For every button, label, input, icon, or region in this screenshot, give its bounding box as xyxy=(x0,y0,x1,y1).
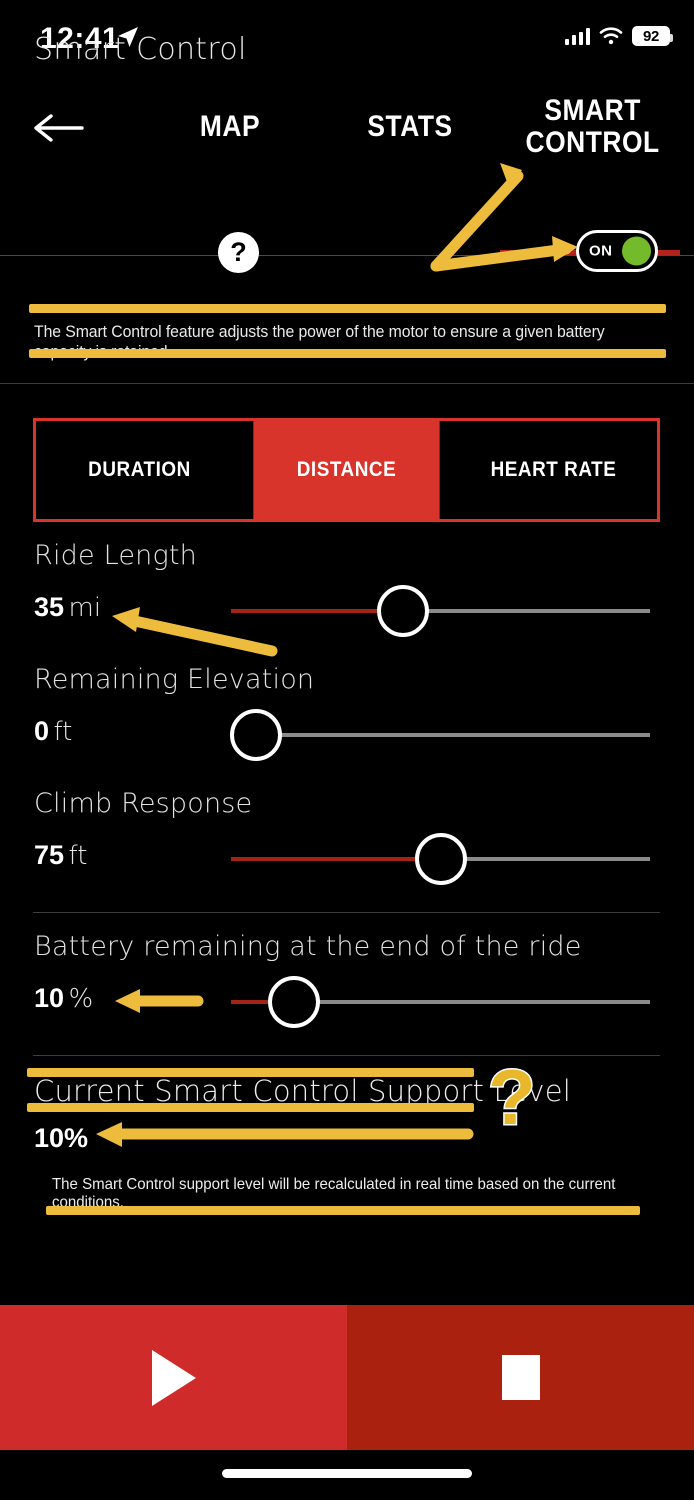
home-indicator[interactable] xyxy=(222,1469,472,1478)
stop-icon xyxy=(501,1355,540,1400)
smart-control-description: The Smart Control feature adjusts the po… xyxy=(34,322,605,361)
battery-remaining-value: 10 % xyxy=(34,983,93,1014)
play-icon xyxy=(151,1349,196,1406)
remaining-elevation-value: 0 ft xyxy=(34,716,72,747)
cellular-signal-icon xyxy=(564,27,590,45)
section-divider-mid xyxy=(33,912,660,913)
support-level-value: 10% xyxy=(34,1123,89,1153)
toggle-knob xyxy=(622,236,651,266)
climb-response-number: 75 xyxy=(34,840,65,870)
tab-map[interactable]: MAP xyxy=(160,70,301,183)
slider-thumb[interactable] xyxy=(414,833,467,885)
remaining-elevation-slider[interactable] xyxy=(230,709,650,761)
slider-thumb[interactable] xyxy=(267,976,320,1028)
battery-remaining-number: 10 xyxy=(34,983,65,1013)
battery-remaining-slider[interactable] xyxy=(231,976,650,1028)
highlight-bar-desc-top xyxy=(29,304,666,313)
section-divider-bottom xyxy=(33,1055,660,1056)
back-arrow-icon[interactable] xyxy=(32,110,84,146)
ride-length-label: Ride Length xyxy=(34,540,197,571)
navigation-bar: MAP STATS SMART CONTROL xyxy=(0,70,694,256)
section-divider-top xyxy=(0,383,694,384)
ride-length-number: 35 xyxy=(34,592,65,622)
remaining-elevation-label: Remaining Elevation xyxy=(34,664,315,695)
support-level-note: The Smart Control support level will be … xyxy=(52,1176,616,1211)
wifi-icon xyxy=(599,27,623,45)
climb-response-value: 75 ft xyxy=(34,840,87,871)
tab-stats[interactable]: STATS xyxy=(335,70,485,183)
app-screen: 12:41 92 MAP STATS SMART CONTROL Smart C… xyxy=(0,0,694,1500)
remaining-elevation-unit: ft xyxy=(53,717,73,747)
slider-thumb[interactable] xyxy=(230,709,283,761)
ride-length-unit: mi xyxy=(68,593,102,623)
climb-response-slider[interactable] xyxy=(231,833,650,885)
remaining-elevation-number: 0 xyxy=(34,716,50,746)
slider-fill xyxy=(231,857,441,861)
smart-control-help-icon[interactable]: ? xyxy=(218,232,259,273)
status-bar-icons: 92 xyxy=(564,26,673,46)
segment-option-duration[interactable]: DURATION xyxy=(46,421,232,519)
tab-smart-control[interactable]: SMART CONTROL xyxy=(512,70,683,183)
battery-remaining-label: Battery remaining at the end of the ride xyxy=(34,931,582,962)
annotation-overlay xyxy=(96,163,578,1147)
play-button[interactable] xyxy=(0,1305,347,1450)
battery-level-text: 92 xyxy=(642,27,660,45)
battery-remaining-unit: % xyxy=(68,984,94,1014)
smart-control-toggle[interactable]: ON xyxy=(576,230,658,272)
slider-thumb[interactable] xyxy=(376,585,429,637)
segment-option-heart-rate[interactable]: HEART RATE xyxy=(460,421,646,519)
ride-length-value: 35 mi xyxy=(34,592,101,623)
mode-segmented-control: DURATION DISTANCE HEART RATE xyxy=(33,418,660,522)
stop-button[interactable] xyxy=(347,1305,694,1450)
support-level-label: Current Smart Control Support Level xyxy=(34,1074,572,1108)
climb-response-label: Climb Response xyxy=(34,788,253,819)
action-bar xyxy=(0,1305,694,1450)
climb-response-unit: ft xyxy=(68,841,88,871)
toggle-state-label: ON xyxy=(589,242,613,260)
battery-icon: 92 xyxy=(632,26,673,46)
segment-option-distance[interactable]: DISTANCE xyxy=(253,421,440,519)
slider-track xyxy=(231,733,650,737)
smart-control-title: Smart Control xyxy=(34,32,247,67)
ride-length-slider[interactable] xyxy=(231,585,650,637)
